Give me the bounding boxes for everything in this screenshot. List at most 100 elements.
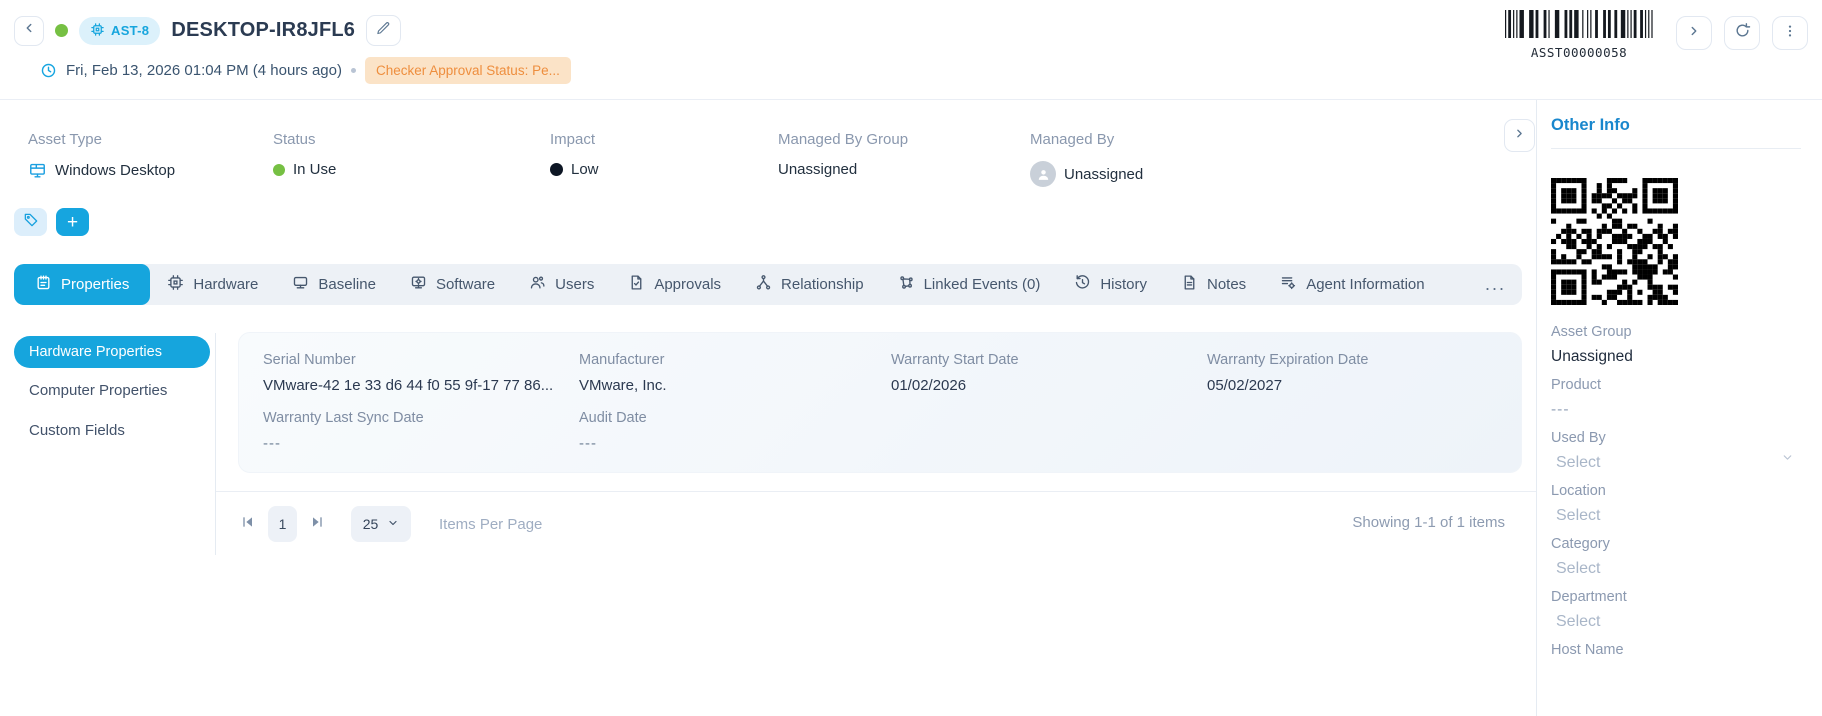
tab-properties[interactable]: Properties [14, 264, 151, 305]
collapse-panel-button[interactable] [1504, 119, 1535, 152]
summary-impact: Impact Low [550, 131, 599, 178]
used-by-select[interactable]: Select [1551, 454, 1808, 472]
pagination-summary: Showing 1-1 of 1 items [1352, 514, 1505, 531]
tab-linked-events[interactable]: Linked Events (0) [881, 264, 1058, 305]
page-size-select[interactable]: 25 [351, 506, 411, 542]
checker-approval-badge[interactable]: Checker Approval Status: Pe... [364, 57, 571, 84]
subnav-computer-properties[interactable]: Computer Properties [14, 373, 210, 408]
other-info-divider [1551, 148, 1801, 149]
category-select[interactable]: Select [1551, 560, 1808, 578]
subnav-custom-fields[interactable]: Custom Fields [14, 413, 210, 448]
last-updated-timestamp: Fri, Feb 13, 2026 01:04 PM (4 hours ago) [66, 62, 342, 79]
asset-id-label: AST-8 [111, 23, 150, 38]
barcode-image [1505, 10, 1653, 38]
tag-icon [23, 212, 39, 233]
pagination: 1 25 Items Per Page [240, 506, 542, 542]
last-page-icon [309, 514, 325, 535]
summary-managed-by-group: Managed By Group Unassigned [778, 131, 908, 178]
kebab-menu-icon [1782, 23, 1798, 44]
field-location: Location Select [1551, 483, 1808, 525]
first-page-icon [240, 514, 256, 535]
cpu-chip-icon [167, 274, 184, 295]
relationship-icon [755, 274, 772, 295]
field-warranty-start-date: Warranty Start Date 01/02/2026 [891, 352, 1019, 394]
managed-by-label: Managed By [1030, 131, 1115, 148]
page-number-button[interactable]: 1 [268, 506, 297, 542]
subnav-divider [215, 333, 216, 555]
tab-notes[interactable]: Notes [1164, 264, 1263, 305]
asset-type-label: Asset Type [28, 131, 102, 148]
other-info-title: Other Info [1551, 116, 1630, 134]
managed-by-group-label: Managed By Group [778, 131, 909, 148]
properties-subnav: Hardware Properties Computer Properties … [14, 336, 210, 453]
impact-value: Low [571, 161, 599, 178]
status-label: Status [273, 131, 316, 148]
impact-dot [550, 163, 563, 176]
status-value: In Use [293, 161, 337, 178]
detail-tabbar: Properties Hardware Baseline Software Us… [14, 264, 1522, 305]
field-manufacturer: Manufacturer VMware, Inc. [579, 352, 667, 394]
other-info-panel: Other Info Asset Group Unassigned Produc… [1536, 100, 1822, 716]
field-asset-group: Asset Group Unassigned [1551, 324, 1633, 365]
asset-qr-code [1551, 178, 1678, 305]
tab-software[interactable]: Software [393, 264, 512, 305]
tab-approvals[interactable]: Approvals [611, 264, 738, 305]
barcode-text: ASST00000058 [1530, 45, 1628, 60]
add-tag-button[interactable]: + [56, 208, 89, 236]
history-icon [1074, 274, 1091, 295]
tab-hardware[interactable]: Hardware [150, 264, 275, 305]
tab-agent-information[interactable]: Agent Information [1263, 264, 1441, 305]
chevron-right-icon [1687, 24, 1701, 43]
summary-status: Status In Use [273, 131, 336, 178]
items-per-page-label: Items Per Page [439, 515, 543, 533]
field-serial-number: Serial Number VMware-42 1e 33 d6 44 f0 5… [263, 352, 554, 394]
edit-title-button[interactable] [366, 15, 402, 46]
chevron-left-icon [22, 21, 36, 40]
monitor-icon [292, 274, 309, 295]
first-page-button[interactable] [240, 514, 256, 535]
field-host-name: Host Name [1551, 642, 1624, 658]
avatar [1030, 161, 1056, 187]
asset-id-badge: AST-8 [79, 16, 161, 45]
more-actions-button[interactable] [1772, 16, 1808, 50]
cpu-chip-icon [90, 22, 105, 40]
page-title: DESKTOP-IR8JFL6 [171, 19, 356, 41]
users-icon [529, 274, 546, 295]
software-icon [410, 274, 427, 295]
location-select[interactable]: Select [1551, 507, 1808, 525]
hardware-properties-card: Serial Number VMware-42 1e 33 d6 44 f0 5… [238, 332, 1522, 473]
file-text-icon [1181, 274, 1198, 295]
dot-separator [350, 68, 356, 73]
plus-icon: + [66, 211, 79, 233]
back-button[interactable] [14, 15, 44, 46]
asset-detail-page: AST-8 DESKTOP-IR8JFL6 Fri, Feb 13, 2026 … [0, 0, 1822, 716]
asset-type-value: Windows Desktop [55, 162, 176, 179]
field-department: Department Select [1551, 589, 1808, 631]
tab-history[interactable]: History [1057, 264, 1164, 305]
field-warranty-expiration-date: Warranty Expiration Date 05/02/2027 [1207, 352, 1369, 394]
tabs-overflow-button[interactable]: ... [1475, 274, 1516, 295]
linked-events-icon [898, 274, 915, 295]
agent-info-icon [1280, 274, 1297, 295]
managed-by-value: Unassigned [1064, 165, 1144, 183]
subnav-hardware-properties[interactable]: Hardware Properties [14, 336, 210, 368]
field-audit-date: Audit Date --- [579, 410, 647, 452]
department-select[interactable]: Select [1551, 613, 1808, 631]
tab-relationship[interactable]: Relationship [738, 264, 881, 305]
chevron-right-icon [1513, 127, 1526, 145]
clipboard-icon [35, 274, 52, 295]
field-warranty-last-sync-date: Warranty Last Sync Date --- [263, 410, 424, 452]
status-green-dot [273, 163, 285, 176]
summary-managed-by: Managed By Unassigned [1030, 131, 1143, 187]
tags-button[interactable] [14, 208, 47, 236]
next-record-button[interactable] [1676, 16, 1712, 50]
refresh-button[interactable] [1724, 16, 1760, 50]
tab-baseline[interactable]: Baseline [275, 264, 393, 305]
managed-by-group-value: Unassigned [778, 161, 858, 178]
last-page-button[interactable] [309, 514, 325, 535]
refresh-icon [1734, 22, 1751, 44]
file-check-icon [628, 274, 645, 295]
tab-users[interactable]: Users [512, 264, 611, 305]
pagination-divider [216, 491, 1536, 492]
page-header: AST-8 DESKTOP-IR8JFL6 Fri, Feb 13, 2026 … [0, 0, 1822, 100]
